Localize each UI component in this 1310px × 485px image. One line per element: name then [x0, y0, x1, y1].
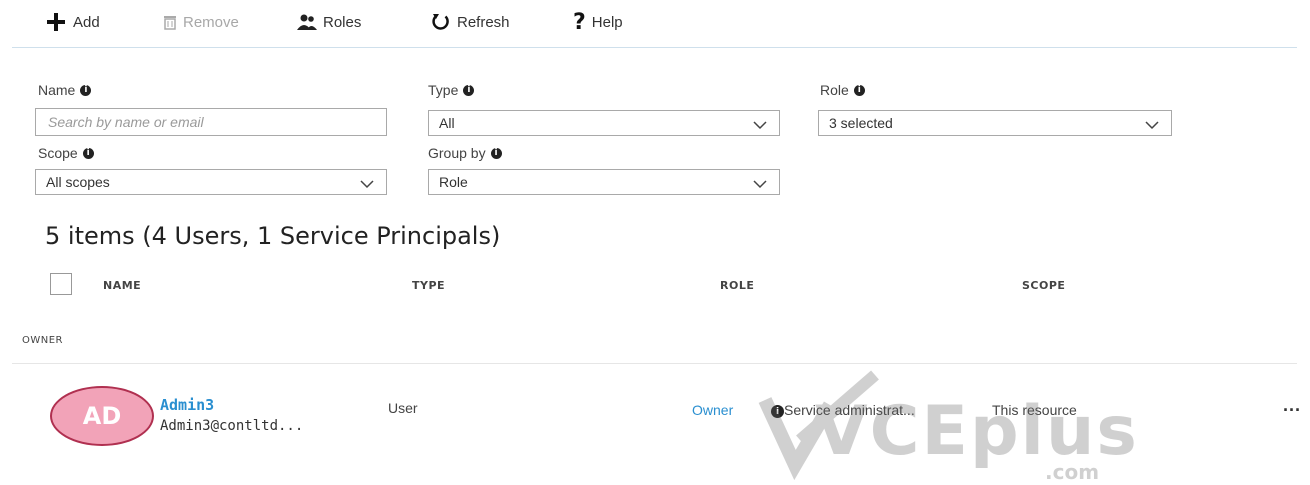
groupby-filter-label: Group by i — [428, 145, 502, 161]
column-header-role[interactable]: ROLE — [720, 279, 754, 292]
add-button[interactable]: Add — [45, 10, 100, 34]
roles-label: Roles — [323, 13, 362, 31]
role-owner-link[interactable]: Owner — [692, 402, 733, 418]
chevron-down-icon — [753, 117, 767, 133]
type-filter-label: Type i — [428, 82, 475, 98]
info-icon: i — [463, 84, 475, 96]
type-dropdown[interactable]: All — [428, 110, 780, 136]
roles-button[interactable]: Roles — [297, 10, 361, 34]
chevron-down-icon — [360, 176, 374, 192]
more-actions-button[interactable]: ··· — [1283, 400, 1301, 421]
items-summary: 5 items (4 Users, 1 Service Principals) — [45, 222, 501, 250]
type-selected-value: All — [439, 115, 455, 131]
user-email: Admin3@contltd... — [160, 418, 304, 434]
add-label: Add — [73, 13, 100, 31]
group-header-owner: OWNER — [22, 335, 64, 346]
user-type: User — [388, 400, 418, 416]
plus-icon — [45, 11, 67, 33]
scope-label-text: Scope — [38, 145, 78, 161]
column-header-type[interactable]: TYPE — [412, 279, 445, 292]
name-filter-label: Name i — [38, 82, 92, 98]
groupby-label-text: Group by — [428, 145, 486, 161]
select-all-checkbox[interactable] — [50, 273, 72, 295]
avatar: AD — [50, 386, 154, 446]
groupby-dropdown[interactable]: Role — [428, 169, 780, 195]
user-name-link[interactable]: Admin3 — [160, 396, 214, 414]
name-label-text: Name — [38, 82, 76, 98]
info-icon: i — [490, 147, 502, 159]
role-label-text: Role — [820, 82, 849, 98]
column-header-name[interactable]: NAME — [103, 279, 141, 292]
refresh-icon — [431, 12, 451, 32]
info-icon: i — [80, 84, 92, 96]
groupby-selected-value: Role — [439, 174, 468, 190]
info-icon: i — [853, 84, 865, 96]
role-filter-label: Role i — [820, 82, 865, 98]
scope-selected-value: All scopes — [46, 174, 110, 190]
help-label: Help — [591, 13, 623, 31]
help-button[interactable]: ? Help — [573, 9, 623, 35]
watermark-logo: VCEplus .com — [755, 370, 1137, 484]
role-selected-value: 3 selected — [829, 115, 893, 131]
name-search-input[interactable] — [46, 113, 376, 131]
trash-icon — [163, 14, 177, 30]
info-icon: i — [82, 147, 94, 159]
type-label-text: Type — [428, 82, 459, 98]
refresh-label: Refresh — [457, 13, 510, 31]
role-dropdown[interactable]: 3 selected — [818, 110, 1172, 136]
chevron-down-icon — [753, 176, 767, 192]
chevron-down-icon — [1145, 117, 1159, 133]
watermark-subtext: .com — [1045, 460, 1100, 484]
remove-label: Remove — [183, 13, 239, 31]
users-icon — [297, 13, 317, 31]
column-header-scope[interactable]: SCOPE — [1022, 279, 1065, 292]
toolbar-divider — [12, 47, 1297, 48]
scope-dropdown[interactable]: All scopes — [35, 169, 387, 195]
name-search-field[interactable] — [35, 108, 387, 136]
group-divider — [12, 363, 1297, 364]
refresh-button[interactable]: Refresh — [431, 10, 510, 34]
scope-filter-label: Scope i — [38, 145, 94, 161]
remove-button[interactable]: Remove — [163, 10, 239, 34]
question-icon: ? — [573, 9, 586, 35]
